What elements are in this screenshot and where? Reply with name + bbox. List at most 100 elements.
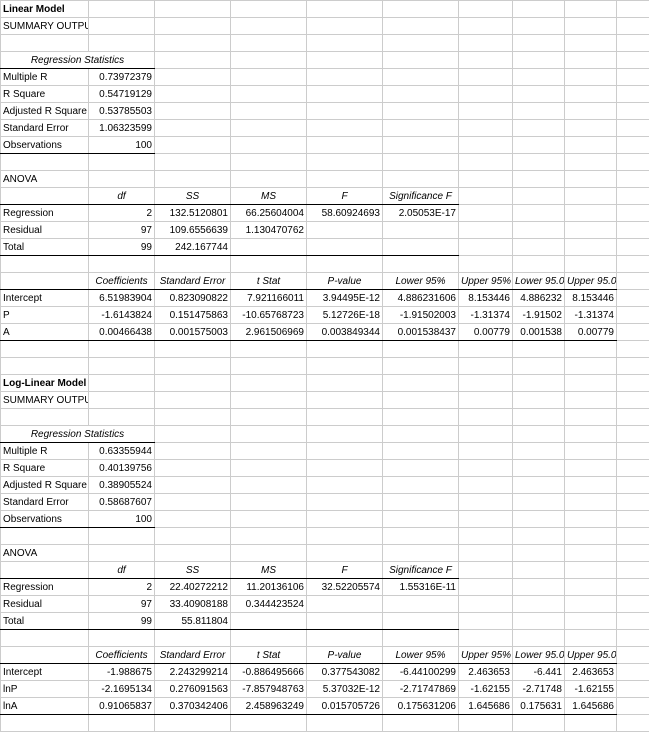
cell[interactable] (513, 579, 565, 596)
cell[interactable]: 5.12726E-18 (307, 307, 383, 324)
cell[interactable] (459, 409, 513, 426)
cell[interactable] (617, 426, 649, 443)
cell[interactable]: 109.6556639 (155, 222, 231, 239)
cell[interactable] (1, 188, 89, 205)
cell[interactable] (307, 477, 383, 494)
cell[interactable] (307, 715, 383, 732)
cell[interactable] (155, 154, 231, 171)
cell[interactable] (565, 103, 617, 120)
cell[interactable]: 2 (89, 205, 155, 222)
cell[interactable]: -2.1695134 (89, 681, 155, 698)
cell[interactable]: 0.00466438 (89, 324, 155, 341)
cell[interactable] (513, 596, 565, 613)
cell[interactable]: 242.167744 (155, 239, 231, 256)
cell[interactable] (307, 222, 383, 239)
cell[interactable]: 0.63355944 (89, 443, 155, 460)
cell[interactable] (1, 358, 89, 375)
cell[interactable]: 100 (89, 137, 155, 154)
cell[interactable]: 0.00779 (459, 324, 513, 341)
cell[interactable]: Intercept (1, 290, 89, 307)
cell[interactable] (617, 460, 649, 477)
cell[interactable] (617, 341, 649, 358)
cell[interactable]: Lower 95.0% (513, 647, 565, 664)
cell[interactable] (565, 426, 617, 443)
cell[interactable] (155, 392, 231, 409)
cell[interactable] (231, 426, 307, 443)
cell[interactable] (459, 375, 513, 392)
cell[interactable] (383, 18, 459, 35)
cell[interactable] (155, 630, 231, 647)
cell[interactable] (513, 341, 565, 358)
cell[interactable] (617, 715, 649, 732)
cell[interactable] (459, 715, 513, 732)
cell[interactable] (459, 460, 513, 477)
cell[interactable] (617, 409, 649, 426)
cell[interactable]: 1.645686 (459, 698, 513, 715)
cell[interactable] (307, 426, 383, 443)
cell[interactable]: 2.458963249 (231, 698, 307, 715)
cell[interactable] (513, 613, 565, 630)
cell[interactable] (565, 392, 617, 409)
cell[interactable] (513, 222, 565, 239)
cell[interactable]: 2.463653 (459, 664, 513, 681)
cell[interactable] (617, 18, 649, 35)
cell[interactable] (383, 69, 459, 86)
cell[interactable] (617, 35, 649, 52)
cell[interactable] (617, 86, 649, 103)
cell[interactable] (231, 171, 307, 188)
cell[interactable]: Linear Model (1, 1, 89, 18)
cell[interactable] (459, 630, 513, 647)
cell[interactable] (231, 443, 307, 460)
cell[interactable] (459, 392, 513, 409)
cell[interactable]: 4.886232 (513, 290, 565, 307)
cell[interactable] (1, 273, 89, 290)
cell[interactable] (307, 120, 383, 137)
cell[interactable] (89, 715, 155, 732)
cell[interactable]: 8.153446 (459, 290, 513, 307)
cell[interactable] (565, 443, 617, 460)
cell[interactable]: 22.40272212 (155, 579, 231, 596)
cell[interactable]: 1.645686 (565, 698, 617, 715)
cell[interactable] (513, 205, 565, 222)
cell[interactable] (459, 52, 513, 69)
cell[interactable] (155, 460, 231, 477)
cell[interactable]: Lower 95% (383, 273, 459, 290)
cell[interactable] (617, 290, 649, 307)
cell[interactable] (513, 52, 565, 69)
cell[interactable] (565, 1, 617, 18)
cell[interactable] (307, 52, 383, 69)
cell[interactable]: Standard Error (1, 120, 89, 137)
cell[interactable]: -7.857948763 (231, 681, 307, 698)
cell[interactable] (383, 545, 459, 562)
cell[interactable]: 4.886231606 (383, 290, 459, 307)
cell[interactable] (307, 460, 383, 477)
cell[interactable]: P-value (307, 273, 383, 290)
cell[interactable] (383, 392, 459, 409)
cell[interactable]: 99 (89, 613, 155, 630)
cell[interactable]: 0.151475863 (155, 307, 231, 324)
cell[interactable] (383, 256, 459, 273)
cell[interactable] (155, 494, 231, 511)
cell[interactable] (155, 69, 231, 86)
cell[interactable] (307, 86, 383, 103)
cell[interactable] (307, 545, 383, 562)
cell[interactable]: 99 (89, 239, 155, 256)
cell[interactable] (231, 392, 307, 409)
cell[interactable] (1, 256, 89, 273)
cell[interactable] (459, 579, 513, 596)
cell[interactable]: t Stat (231, 647, 307, 664)
cell[interactable] (155, 52, 231, 69)
cell[interactable] (565, 358, 617, 375)
cell[interactable] (459, 596, 513, 613)
cell[interactable] (383, 715, 459, 732)
cell[interactable]: Observations (1, 137, 89, 154)
cell[interactable]: SS (155, 188, 231, 205)
cell[interactable] (565, 205, 617, 222)
cell[interactable] (617, 358, 649, 375)
cell[interactable] (1, 630, 89, 647)
cell[interactable]: 132.5120801 (155, 205, 231, 222)
cell[interactable]: 33.40908188 (155, 596, 231, 613)
cell[interactable]: 0.001575003 (155, 324, 231, 341)
cell[interactable]: R Square (1, 460, 89, 477)
cell[interactable] (565, 171, 617, 188)
